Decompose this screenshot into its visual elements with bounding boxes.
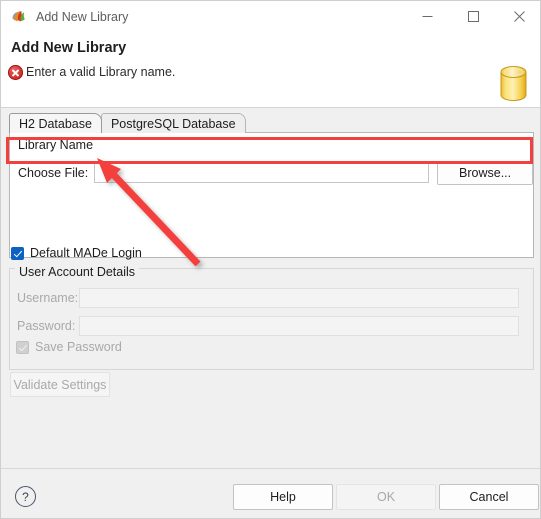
choose-file-row: Choose File: Browse... <box>10 160 533 186</box>
save-password-label: Save Password <box>35 340 122 354</box>
username-label: Username: <box>17 291 79 305</box>
tab-content-panel: Library Name: Choose File: Browse... <box>9 132 534 258</box>
cancel-button[interactable]: Cancel <box>439 484 539 510</box>
default-made-login-label: Default MADe Login <box>30 246 142 260</box>
library-name-label: Library Name: <box>18 138 97 152</box>
ok-button[interactable]: OK <box>336 484 436 510</box>
tab-strip: H2 Database PostgreSQL Database <box>9 112 246 133</box>
library-name-input[interactable] <box>94 134 524 156</box>
username-row: Username: <box>9 288 525 308</box>
validate-settings-button[interactable]: Validate Settings <box>10 372 110 397</box>
browse-button[interactable]: Browse... <box>437 161 533 185</box>
tab-postgresql-database[interactable]: PostgreSQL Database <box>100 113 246 133</box>
title-bar: Add New Library <box>1 1 540 32</box>
help-button[interactable]: Help <box>233 484 333 510</box>
username-input[interactable] <box>79 288 519 308</box>
maximize-button[interactable] <box>450 1 496 32</box>
window-controls <box>404 1 540 32</box>
dialog-header: Add New Library Enter a valid Library na… <box>1 32 540 108</box>
checkbox-box-icon <box>16 340 29 354</box>
error-icon <box>8 65 23 80</box>
choose-file-label: Choose File: <box>18 166 89 180</box>
default-made-login-checkbox[interactable]: Default MADe Login <box>11 246 142 260</box>
question-mark-icon[interactable]: ? <box>15 486 36 507</box>
dialog-body: H2 Database PostgreSQL Database Library … <box>1 108 540 468</box>
password-row: Password: <box>9 316 525 336</box>
library-name-row: Library Name: <box>10 133 533 157</box>
close-button[interactable] <box>496 1 540 32</box>
database-cylinder-icon <box>498 63 529 104</box>
window-title: Add New Library <box>36 9 129 24</box>
made-logo-icon <box>10 8 27 25</box>
password-input[interactable] <box>79 316 519 336</box>
user-account-details-legend: User Account Details <box>15 265 140 279</box>
save-password-checkbox[interactable]: Save Password <box>16 340 122 354</box>
password-label: Password: <box>17 319 76 333</box>
validation-message: Enter a valid Library name. <box>26 65 176 79</box>
checkbox-box-icon <box>11 246 24 260</box>
minimize-button[interactable] <box>404 1 450 32</box>
choose-file-input[interactable] <box>93 163 430 183</box>
dialog-footer: ? Help OK Cancel <box>1 468 540 518</box>
page-title: Add New Library <box>11 40 127 56</box>
tab-h2-database[interactable]: H2 Database <box>9 113 102 133</box>
add-new-library-dialog: Add New Library Add New Library Enter a … <box>0 0 541 519</box>
